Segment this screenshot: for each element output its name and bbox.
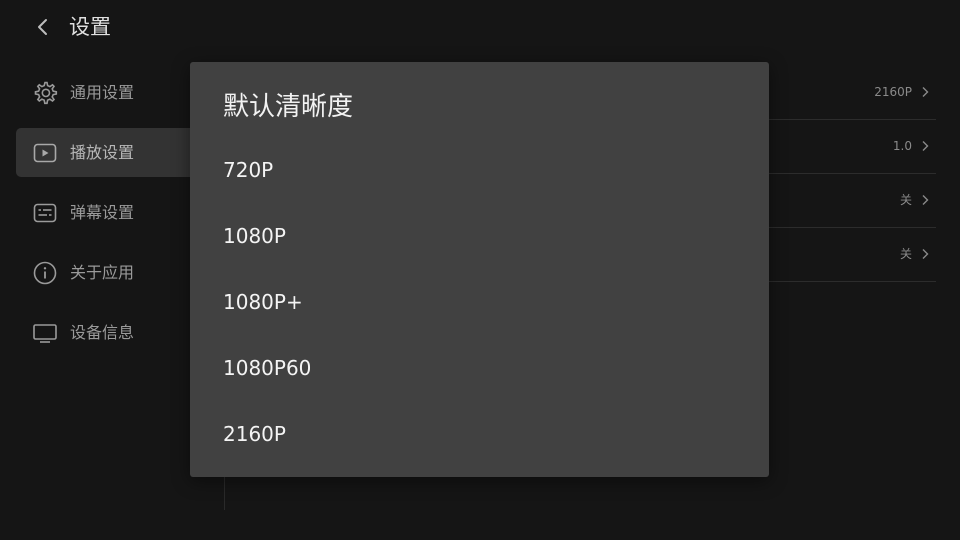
- tv-icon: [33, 324, 57, 343]
- chevron-right-icon: [922, 195, 929, 205]
- back-button[interactable]: [30, 14, 56, 40]
- sidebar-item-danmaku[interactable]: 弹幕设置: [16, 188, 196, 237]
- setting-value: 2160P: [874, 85, 912, 99]
- resolution-option-1080p[interactable]: 1080P: [223, 216, 723, 256]
- resolution-dialog: 默认清晰度 720P 1080P 1080P+ 1080P60 2160P: [190, 62, 769, 477]
- setting-value: 关: [899, 193, 912, 207]
- info-icon: [33, 261, 57, 285]
- dialog-title: 默认清晰度: [223, 92, 354, 122]
- chevron-left-icon: [38, 19, 47, 35]
- header: 设置: [0, 0, 960, 56]
- resolution-option-1080p-plus[interactable]: 1080P+: [223, 282, 723, 322]
- sidebar-item-label: 弹幕设置: [70, 203, 135, 222]
- page-title: 设置: [69, 15, 111, 39]
- chevron-right-icon: [922, 87, 929, 97]
- resolution-option-720p[interactable]: 720P: [223, 150, 723, 190]
- sidebar-item-label: 播放设置: [70, 143, 135, 162]
- resolution-option-2160p[interactable]: 2160P: [223, 414, 723, 454]
- sidebar-item-label: 通用设置: [70, 83, 135, 102]
- play-icon: [33, 143, 57, 163]
- setting-value: 1.0: [892, 139, 912, 153]
- chevron-right-icon: [922, 249, 929, 259]
- resolution-option-1080p60[interactable]: 1080P60: [223, 348, 723, 388]
- danmaku-icon: [33, 203, 57, 223]
- sidebar-item-label: 设备信息: [70, 323, 135, 342]
- sidebar-item-label: 关于应用: [70, 263, 135, 282]
- chevron-right-icon: [922, 141, 929, 151]
- sidebar-item-device[interactable]: 设备信息: [16, 308, 196, 357]
- sidebar-item-general[interactable]: 通用设置: [16, 68, 196, 117]
- setting-value: 关: [899, 247, 912, 261]
- gear-icon: [34, 81, 58, 105]
- sidebar-item-playback[interactable]: 播放设置: [16, 128, 196, 177]
- sidebar-item-about[interactable]: 关于应用: [16, 248, 196, 297]
- sidebar: 通用设置 播放设置 弹幕设置 关于应用 设备信息: [16, 68, 196, 368]
